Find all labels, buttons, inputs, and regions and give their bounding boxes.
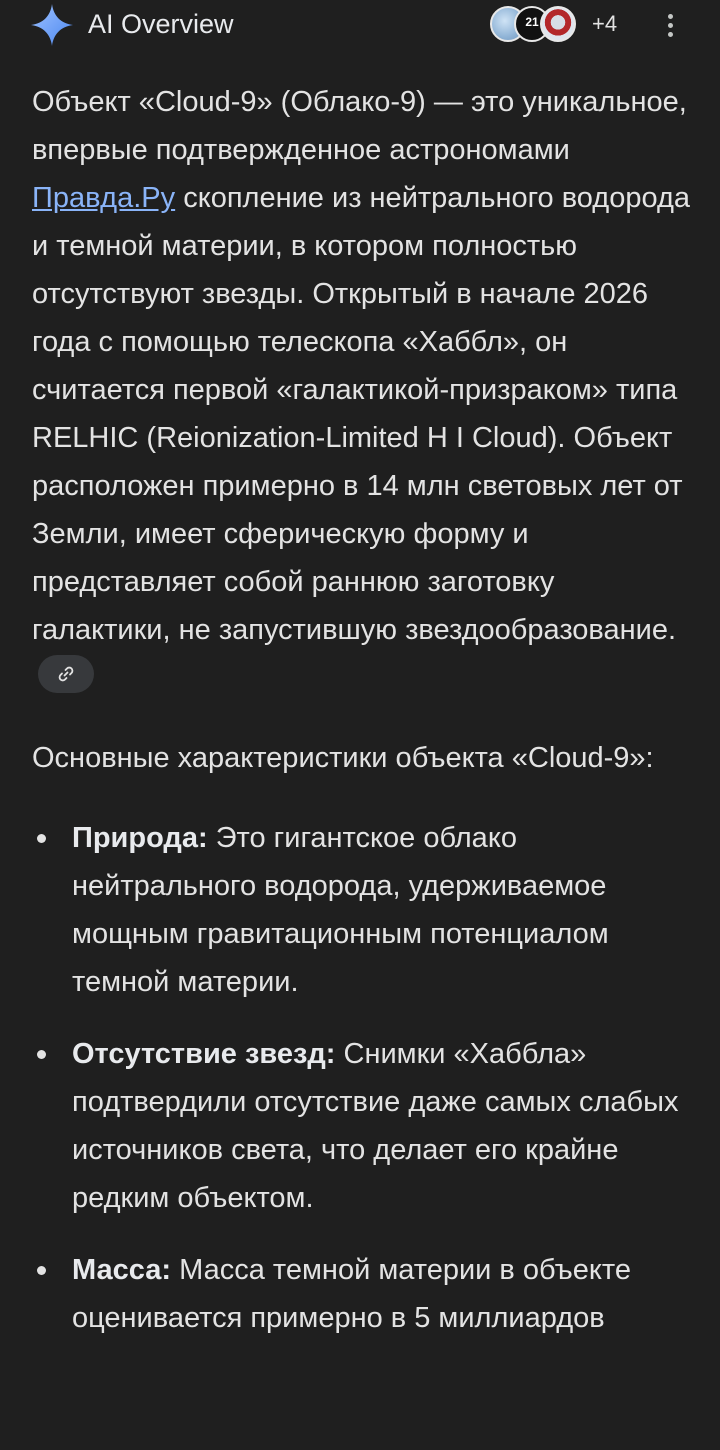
ai-overview-header: AI Overview 21 +4	[0, 0, 720, 50]
ai-overview-content: Объект «Cloud-9» (Облако-9) — это уникал…	[32, 78, 692, 1366]
source-avatars[interactable]: 21	[490, 4, 590, 46]
source-avatar-3[interactable]	[540, 6, 576, 42]
bullet-dot	[37, 1050, 46, 1059]
overview-text-start: Объект «Cloud-9» (Облако-9) — это уникал…	[32, 86, 687, 166]
overview-paragraph: Объект «Cloud-9» (Облако-9) — это уникал…	[32, 78, 692, 702]
characteristics-intro: Основные характеристики объекта «Cloud-9…	[32, 742, 654, 774]
source-link-chip[interactable]	[38, 655, 94, 693]
link-icon	[58, 666, 74, 682]
more-options-icon[interactable]	[660, 8, 680, 42]
list-item-term: Отсутствие звезд:	[72, 1038, 336, 1070]
more-sources-count[interactable]: +4	[592, 11, 617, 37]
list-item-term: Природа:	[72, 822, 208, 854]
list-item: Отсутствие звезд: Снимки «Хаббла» подтве…	[32, 1030, 692, 1222]
list-item: Масса: Масса темной материи в объекте оц…	[32, 1246, 692, 1342]
overview-text-end: скопление из нейтрального водорода и тем…	[32, 182, 691, 646]
list-item-term: Масса:	[72, 1254, 172, 1286]
bullet-dot	[37, 834, 46, 843]
source-link-pravda[interactable]: Правда.Ру	[32, 182, 175, 214]
gemini-spark-icon	[31, 4, 73, 46]
list-item: Природа: Это гигантское облако нейтральн…	[32, 814, 692, 1006]
characteristics-list: Природа: Это гигантское облако нейтральн…	[32, 814, 692, 1342]
bullet-dot	[37, 1266, 46, 1275]
ai-overview-title: AI Overview	[88, 9, 234, 39]
